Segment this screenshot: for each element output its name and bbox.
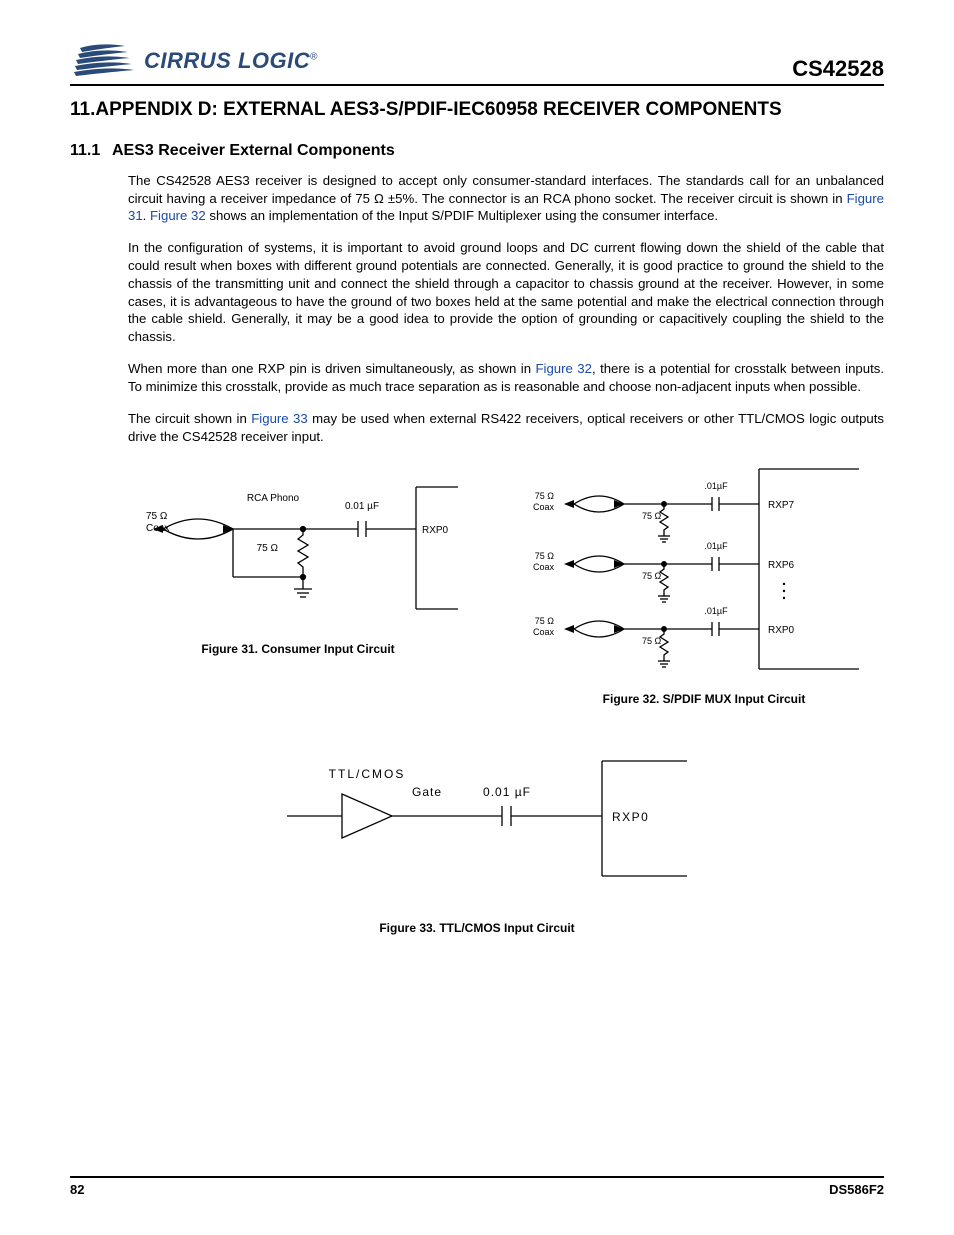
fig31-coax: Coax	[146, 523, 169, 534]
p4-a: The circuit shown in	[128, 411, 251, 426]
section-number: 11.	[70, 99, 95, 120]
logo-text-label: CIRRUS LOGIC	[144, 48, 310, 73]
fig32-r-3: 75 Ω	[642, 636, 662, 646]
figures-row: 75 Ω Coax RCA Phono 75 Ω 0.01 µF RXP0 Fi…	[128, 459, 884, 706]
fig32-r-2: 75 Ω	[642, 571, 662, 581]
section-title: 11.APPENDIX D: EXTERNAL AES3-S/PDIF-IEC6…	[70, 98, 884, 122]
link-figure-32-b[interactable]: Figure 32	[535, 361, 591, 376]
fig32-coax-imp-1: 75 Ω	[535, 491, 555, 501]
page-header: CIRRUS LOGIC® CS42528	[70, 40, 884, 86]
subsection-title: 11.1AES3 Receiver External Components	[70, 142, 884, 160]
figure-32: 75 Ω Coax 75 Ω .01µF RXP7 75 Ω Coax 75 Ω…	[524, 459, 884, 706]
fig32-out0: RXP0	[768, 625, 795, 636]
fig32-coax-2: Coax	[533, 562, 555, 572]
fig32-cap-3: .01µF	[704, 606, 728, 616]
fig32-coax-1: Coax	[533, 502, 555, 512]
figure-31-diagram: 75 Ω Coax RCA Phono 75 Ω 0.01 µF RXP0	[128, 459, 468, 629]
link-figure-32[interactable]: Figure 32	[150, 208, 206, 223]
figure-31: 75 Ω Coax RCA Phono 75 Ω 0.01 µF RXP0 Fi…	[128, 459, 468, 706]
figure-32-caption: Figure 32. S/PDIF MUX Input Circuit	[524, 692, 884, 706]
figure-33: TTL/CMOS Gate 0.01 µF RXP0 Figure 33. TT…	[70, 746, 884, 935]
body-text: The CS42528 AES3 receiver is designed to…	[128, 172, 884, 446]
p1-a: The CS42528 AES3 receiver is designed to…	[128, 173, 884, 206]
paragraph-3: When more than one RXP pin is driven sim…	[128, 360, 884, 396]
page-number: 82	[70, 1182, 84, 1197]
link-figure-33[interactable]: Figure 33	[251, 411, 307, 426]
p3-a: When more than one RXP pin is driven sim…	[128, 361, 535, 376]
paragraph-2: In the configuration of systems, it is i…	[128, 239, 884, 346]
fig32-out7: RXP7	[768, 500, 795, 511]
figure-33-diagram: TTL/CMOS Gate 0.01 µF RXP0	[247, 746, 707, 886]
fig31-coax-imp: 75 Ω	[146, 511, 168, 522]
logo-text: CIRRUS LOGIC®	[144, 48, 318, 74]
subsection-title-text: AES3 Receiver External Components	[112, 142, 395, 159]
logo-mark-icon	[70, 40, 140, 82]
company-logo: CIRRUS LOGIC®	[70, 40, 318, 82]
fig32-r-1: 75 Ω	[642, 511, 662, 521]
figure-31-caption: Figure 31. Consumer Input Circuit	[128, 642, 468, 656]
fig31-rca: RCA Phono	[247, 493, 300, 504]
section-title-text: APPENDIX D: EXTERNAL AES3-S/PDIF-IEC6095…	[95, 99, 781, 120]
part-number: CS42528	[792, 56, 884, 82]
fig31-cap: 0.01 µF	[345, 501, 379, 512]
fig33-gate: Gate	[412, 785, 442, 799]
fig33-cap: 0.01 µF	[483, 785, 531, 799]
p1-b: .	[143, 208, 150, 223]
figure-32-diagram: 75 Ω Coax 75 Ω .01µF RXP7 75 Ω Coax 75 Ω…	[524, 459, 884, 679]
figure-33-caption: Figure 33. TTL/CMOS Input Circuit	[70, 921, 884, 935]
doc-number: DS586F2	[829, 1182, 884, 1197]
paragraph-1: The CS42528 AES3 receiver is designed to…	[128, 172, 884, 225]
fig32-out6: RXP6	[768, 560, 795, 571]
fig32-cap-2: .01µF	[704, 541, 728, 551]
fig32-cap-1: .01µF	[704, 481, 728, 491]
p1-c: shows an implementation of the Input S/P…	[206, 208, 718, 223]
fig32-coax-imp-3: 75 Ω	[535, 616, 555, 626]
fig33-gate-top: TTL/CMOS	[329, 767, 406, 781]
page-footer: 82 DS586F2	[70, 1176, 884, 1197]
registered-icon: ®	[310, 52, 318, 63]
fig32-coax-3: Coax	[533, 627, 555, 637]
fig32-coax-imp-2: 75 Ω	[535, 551, 555, 561]
subsection-number: 11.1	[70, 142, 112, 160]
fig33-out: RXP0	[612, 810, 649, 824]
fig31-out: RXP0	[422, 525, 449, 536]
fig31-r: 75 Ω	[257, 543, 279, 554]
paragraph-4: The circuit shown in Figure 33 may be us…	[128, 410, 884, 446]
